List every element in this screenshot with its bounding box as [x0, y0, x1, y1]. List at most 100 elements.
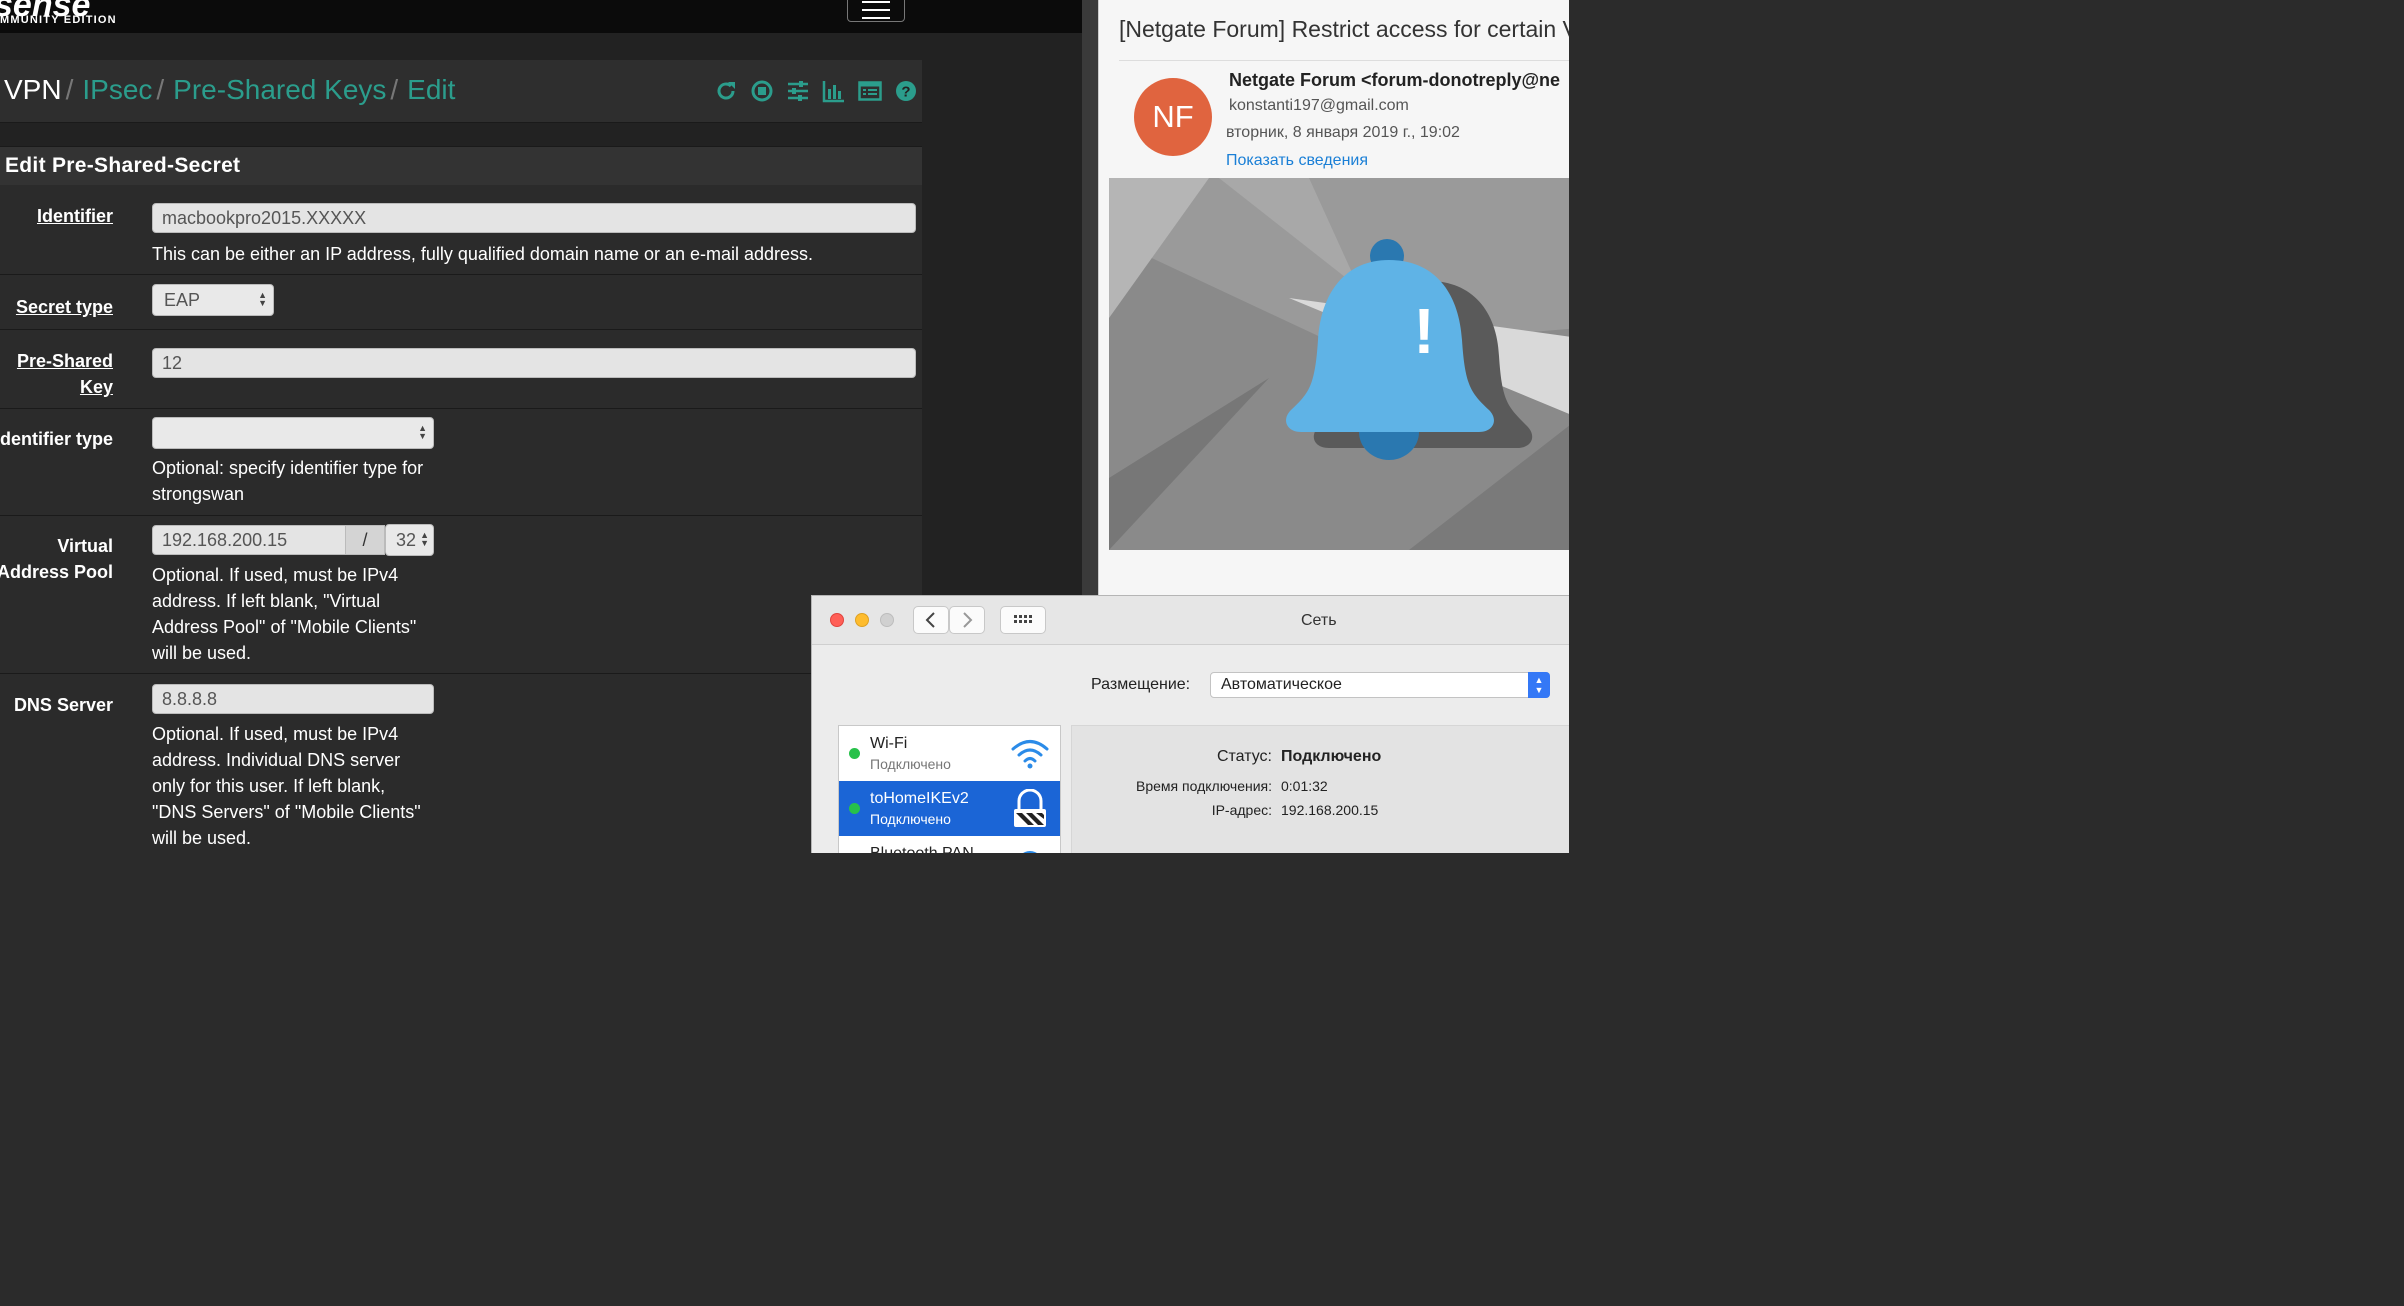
- minimize-window-button[interactable]: [855, 613, 869, 627]
- pool-mask-select[interactable]: 32 ▲ ▼: [385, 524, 434, 556]
- secret-type-row: Secret type EAP ▲ ▼: [0, 275, 922, 330]
- panel-heading: Edit Pre-Shared-Secret: [0, 146, 922, 186]
- pool-label: Virtual Address Pool: [0, 533, 113, 585]
- psk-label[interactable]: Pre-Shared Key: [17, 348, 113, 400]
- service-name: Wi-Fi: [870, 735, 908, 752]
- breadcrumb-separator: /: [65, 74, 74, 105]
- service-name: toHomeIKEv2: [870, 790, 969, 807]
- mail-window: [Netgate Forum] Restrict access for cert…: [1098, 0, 1569, 600]
- mail-date: вторник, 8 января 2019 г., 19:02: [1226, 124, 1460, 141]
- secret-type-label[interactable]: Secret type: [16, 294, 113, 320]
- breadcrumb-edit-link[interactable]: Edit: [407, 74, 455, 105]
- vpn-lock-icon: [1014, 789, 1046, 827]
- back-button[interactable]: [913, 606, 949, 634]
- pool-address-input[interactable]: 192.168.200.15: [152, 525, 346, 555]
- service-list: Wi-Fi Подключено toHomeIKEv2 Подключено …: [838, 725, 1061, 853]
- dns-help: Optional. If used, must be IPv4 address.…: [152, 721, 421, 851]
- identifier-type-select[interactable]: ▲ ▼: [152, 417, 434, 449]
- settings-sliders-icon[interactable]: [786, 79, 810, 103]
- psk-row: Pre-Shared Key 12: [0, 330, 922, 409]
- service-status: Подключено: [870, 756, 951, 772]
- breadcrumb: VPN / IPsec / Pre-Shared Keys / Edit: [4, 74, 455, 106]
- bluetooth-icon: [1023, 851, 1037, 853]
- psk-label-line1: Pre-Shared: [16, 351, 113, 371]
- identifier-input[interactable]: macbookpro2015.XXXXX: [152, 203, 916, 233]
- mail-banner-image: !: [1109, 178, 1569, 550]
- chart-icon[interactable]: [822, 79, 846, 103]
- connection-time-label: Время подключения:: [1136, 778, 1272, 794]
- pool-slash: /: [345, 525, 385, 555]
- status-dot: [849, 748, 860, 759]
- panel-title: Edit Pre-Shared-Secret: [5, 154, 241, 177]
- pool-help-line: Address Pool" of "Mobile Clients": [152, 617, 417, 637]
- psk-input[interactable]: 12: [152, 348, 916, 378]
- show-all-button[interactable]: [1000, 606, 1046, 634]
- dns-help-line: only for this user. If left blank,: [152, 776, 386, 796]
- window-titlebar: Сеть: [812, 596, 1569, 645]
- location-value: Автоматическое: [1221, 676, 1342, 693]
- mail-subject: [Netgate Forum] Restrict access for cert…: [1119, 16, 1569, 42]
- chevron-right-icon: [963, 612, 973, 628]
- chevron-left-icon: [925, 612, 935, 628]
- show-details-link[interactable]: Показать сведения: [1226, 152, 1368, 170]
- help-icon[interactable]: ?: [894, 79, 918, 103]
- window-title: Сеть: [1301, 612, 1337, 629]
- identifier-type-label: Identifier type: [0, 429, 113, 449]
- zoom-window-button[interactable]: [880, 613, 894, 627]
- wifi-icon: [1011, 740, 1049, 769]
- dns-help-line: address. Individual DNS server: [152, 750, 401, 770]
- pool-help-line: address. If left blank, "Virtual: [152, 591, 381, 611]
- sender-name: Netgate Forum <forum-donotreply@ne: [1229, 70, 1561, 90]
- breadcrumb-separator: /: [390, 74, 399, 105]
- close-window-button[interactable]: [830, 613, 844, 627]
- select-arrows-icon: ▲ ▼: [1528, 672, 1550, 698]
- select-arrows-icon: ▲ ▼: [418, 423, 427, 441]
- breadcrumb-vpn: VPN: [4, 74, 62, 105]
- psk-label-line2: Key: [79, 377, 113, 397]
- dns-input[interactable]: 8.8.8.8: [152, 684, 434, 714]
- notification-bell-icon: !: [1109, 178, 1569, 550]
- status-dot: [849, 803, 860, 814]
- location-select[interactable]: Автоматическое ▲ ▼: [1210, 672, 1550, 698]
- service-detail-pane: Статус: Подключено Время подключения: 0:…: [1071, 725, 1569, 853]
- restart-icon[interactable]: [714, 79, 738, 103]
- identifier-type-help-line1: Optional: specify identifier type for: [152, 458, 424, 478]
- pool-row: Virtual Address Pool 192.168.200.15 / 32…: [0, 516, 922, 674]
- identifier-type-help: Optional: specify identifier type for st…: [152, 455, 423, 507]
- breadcrumb-ipsec-link[interactable]: IPsec: [82, 74, 152, 105]
- hamburger-menu-button[interactable]: [847, 0, 905, 22]
- service-item-wifi[interactable]: Wi-Fi Подключено: [839, 726, 1060, 782]
- breadcrumb-bar: VPN / IPsec / Pre-Shared Keys / Edit ?: [0, 60, 922, 123]
- stop-icon[interactable]: [750, 79, 774, 103]
- select-arrows-icon: ▲ ▼: [258, 290, 267, 308]
- status-value: Подключено: [1281, 748, 1382, 765]
- recipient-address: konstanti197@gmail.com: [1229, 97, 1409, 114]
- ip-address-label: IP-адрес:: [1211, 802, 1272, 818]
- pool-help: Optional. If used, must be IPv4 address.…: [152, 562, 416, 666]
- breadcrumb-psk-link[interactable]: Pre-Shared Keys: [173, 74, 386, 105]
- pool-label-line1: Virtual: [57, 536, 113, 556]
- identifier-row: Identifier macbookpro2015.XXXXX This can…: [0, 185, 922, 275]
- dns-help-line: Optional. If used, must be IPv4: [152, 724, 399, 744]
- bell-exclamation-mark: !: [1413, 295, 1434, 367]
- select-arrows-icon: ▲ ▼: [420, 530, 429, 548]
- forward-button[interactable]: [949, 606, 985, 634]
- pfsense-edition-label: MMUNITY EDITION: [0, 14, 117, 26]
- breadcrumb-separator: /: [156, 74, 165, 105]
- dns-help-line: "DNS Servers" of "Mobile Clients": [152, 802, 421, 822]
- service-status: Подключено: [870, 811, 951, 827]
- identifier-type-row: Identifier type ▲ ▼ Optional: specify ide…: [0, 409, 922, 516]
- identifier-label[interactable]: Identifier: [37, 203, 113, 229]
- pool-label-line2: Address Pool: [0, 562, 113, 582]
- sender-avatar: NF: [1134, 78, 1212, 156]
- secret-type-select[interactable]: EAP ▲ ▼: [152, 284, 274, 316]
- log-list-icon[interactable]: [858, 79, 882, 103]
- breadcrumb-toolbar: ?: [714, 77, 918, 105]
- dns-label: DNS Server: [13, 695, 113, 715]
- service-item-vpn[interactable]: toHomeIKEv2 Подключено: [839, 781, 1060, 836]
- window-gap: [1082, 0, 1098, 600]
- identifier-help: This can be either an IP address, fully …: [152, 244, 814, 264]
- network-preferences-window: Сеть Размещение: Автоматическое ▲ ▼ Wi-Fi…: [811, 595, 1569, 853]
- service-item-bluetooth[interactable]: Bluetooth PAN: [839, 836, 1060, 853]
- svg-text:?: ?: [901, 84, 910, 101]
